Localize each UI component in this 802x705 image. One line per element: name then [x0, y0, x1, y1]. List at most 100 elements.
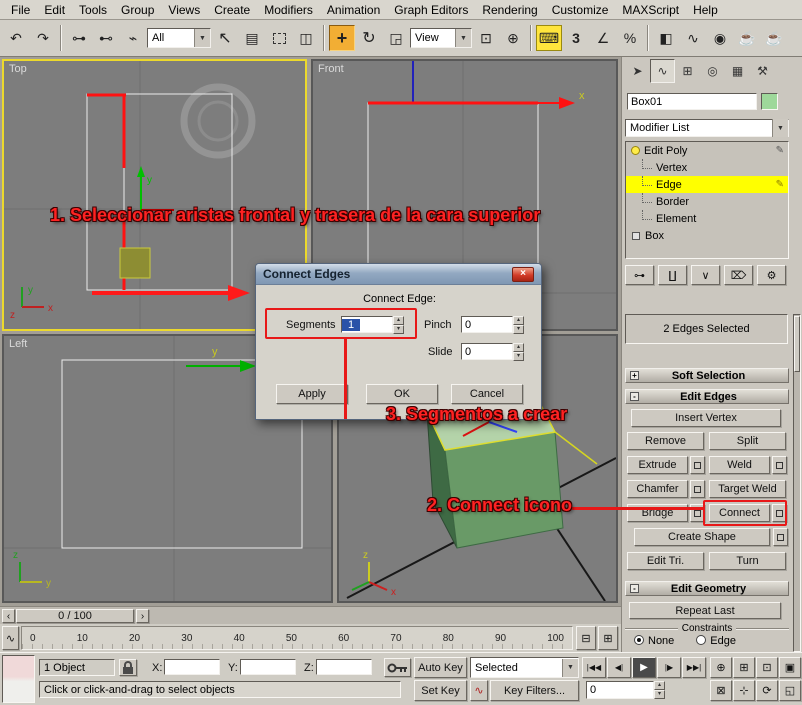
weld-button[interactable]: Weld [709, 456, 770, 474]
remove-modifier-icon[interactable]: ⌦ [724, 265, 753, 285]
slide-field[interactable]: 0 [461, 343, 513, 360]
select-rotate-icon[interactable]: ↻ [356, 25, 382, 51]
remove-button[interactable]: Remove [627, 432, 704, 450]
gizmo-plane-handle[interactable] [120, 248, 150, 278]
pin-stack-icon[interactable]: ⊶ [625, 265, 654, 285]
stack-item-vertex[interactable]: Vertex [626, 159, 788, 176]
time-slider-right-icon[interactable]: › [136, 609, 149, 623]
panel-scrollbar[interactable] [793, 314, 801, 652]
spin-up-icon[interactable]: ▴ [654, 681, 665, 690]
use-pivot-icon[interactable]: ⊡ [473, 25, 499, 51]
modifier-list-dropdown[interactable]: Modifier List ▼ [625, 119, 789, 137]
unlink-selection-icon[interactable]: ⊷ [93, 25, 119, 51]
select-move-icon[interactable]: + [329, 25, 355, 51]
zoom-extents-icon[interactable]: ⊡ [756, 657, 778, 678]
quick-render-icon[interactable]: ☕ [761, 25, 787, 51]
target-weld-button[interactable]: Target Weld [709, 480, 786, 498]
play-icon[interactable]: ▶ [632, 657, 656, 678]
next-frame-icon[interactable]: |▶ [657, 657, 681, 678]
time-slider-left-icon[interactable]: ‹ [2, 609, 15, 623]
angle-snap-icon[interactable]: ∠ [590, 25, 616, 51]
split-button[interactable]: Split [709, 432, 786, 450]
set-key-button[interactable]: Set Key [414, 680, 467, 701]
min-max-toggle-icon[interactable]: ◱ [779, 680, 801, 701]
extrude-settings-button[interactable] [690, 456, 705, 474]
window-crossing-icon[interactable]: ◫ [293, 25, 319, 51]
curve-editor-icon[interactable]: ∿ [680, 25, 706, 51]
spin-down-icon[interactable]: ▾ [513, 325, 524, 334]
mirror-icon[interactable]: ◧ [653, 25, 679, 51]
object-name-field[interactable] [627, 93, 757, 110]
insert-vertex-button[interactable]: Insert Vertex [631, 409, 781, 427]
y-coord-field[interactable] [240, 659, 296, 675]
rollout-soft-selection[interactable]: + Soft Selection [625, 368, 789, 383]
rect-region-icon[interactable] [266, 25, 292, 51]
go-start-icon[interactable]: |◀◀ [582, 657, 606, 678]
stack-item-box[interactable]: Box [626, 227, 788, 244]
menu-modifiers[interactable]: Modifiers [257, 1, 320, 19]
frame-spinner[interactable]: ▴ ▾ [654, 681, 665, 699]
expand-icon[interactable]: + [630, 371, 639, 380]
pan-icon[interactable]: ⊹ [733, 680, 755, 701]
menu-tools[interactable]: Tools [72, 1, 114, 19]
constraint-edge-radio[interactable]: Edge [696, 635, 736, 647]
cancel-button[interactable]: Cancel [451, 384, 523, 404]
material-editor-icon[interactable]: ◉ [707, 25, 733, 51]
trackbar-option-a-icon[interactable]: ⊟ [576, 626, 596, 650]
spin-up-icon[interactable]: ▴ [513, 316, 524, 325]
spin-down-icon[interactable]: ▾ [654, 690, 665, 699]
pinch-spinner[interactable]: ▴ ▾ [513, 316, 524, 333]
constraint-none-radio[interactable]: None [634, 635, 674, 647]
arc-rotate-icon[interactable]: ⟳ [756, 680, 778, 701]
tab-create-icon[interactable]: ➤ [625, 59, 650, 83]
prev-frame-icon[interactable]: ◀| [607, 657, 631, 678]
turn-button[interactable]: Turn [709, 552, 786, 570]
chevron-down-icon[interactable]: ▼ [772, 119, 788, 137]
edit-tri-button[interactable]: Edit Tri. [627, 552, 704, 570]
viewport-left-label[interactable]: Left [9, 338, 27, 350]
pinch-field[interactable]: 0 [461, 316, 513, 333]
percent-snap-icon[interactable]: % [617, 25, 643, 51]
menu-group[interactable]: Group [114, 1, 161, 19]
tab-motion-icon[interactable]: ◎ [700, 59, 725, 83]
trackbar-ruler[interactable]: 0 10 20 30 40 50 60 70 80 90 100 [21, 626, 573, 650]
menu-create[interactable]: Create [207, 1, 257, 19]
zoom-region-icon[interactable]: ⊠ [710, 680, 732, 701]
current-frame-field[interactable]: 0 [586, 681, 654, 699]
chevron-down-icon[interactable]: ▼ [562, 659, 578, 677]
undo-icon[interactable]: ↶ [3, 25, 29, 51]
rollout-edit-edges[interactable]: - Edit Edges [625, 389, 789, 404]
tab-hierarchy-icon[interactable]: ⊞ [675, 59, 700, 83]
select-scale-icon[interactable]: ◲ [383, 25, 409, 51]
zoom-extents-all-icon[interactable]: ▣ [779, 657, 801, 678]
create-shape-settings-button[interactable] [773, 528, 788, 546]
tab-modify-icon[interactable]: ∿ [650, 59, 675, 83]
mini-curve-editor-icon[interactable]: ∿ [2, 626, 19, 650]
new-key-filter-icon[interactable]: ∿ [470, 680, 488, 701]
menu-customize[interactable]: Customize [545, 1, 616, 19]
trackbar-option-b-icon[interactable]: ⊞ [598, 626, 618, 650]
spin-up-icon[interactable]: ▴ [513, 343, 524, 352]
stack-item-edge-selected[interactable]: Edge ✎ [626, 176, 788, 193]
spin-down-icon[interactable]: ▾ [513, 352, 524, 361]
selection-filter-dropdown[interactable]: All ▼ [147, 28, 211, 48]
show-end-result-icon[interactable]: ∐ [658, 265, 687, 285]
viewport-front-label[interactable]: Front [318, 63, 344, 75]
create-shape-button[interactable]: Create Shape [634, 528, 770, 546]
box-face-front[interactable] [445, 432, 563, 548]
slide-spinner[interactable]: ▴ ▾ [513, 343, 524, 360]
selection-lock-icon[interactable] [119, 659, 137, 676]
configure-modifier-icon[interactable]: ⚙ [757, 265, 786, 285]
zoom-icon[interactable]: ⊕ [710, 657, 732, 678]
menu-help[interactable]: Help [686, 1, 725, 19]
set-keys-key-icon[interactable] [384, 658, 411, 677]
render-setup-icon[interactable]: ☕ [734, 25, 760, 51]
select-manipulate-icon[interactable]: ⊕ [500, 25, 526, 51]
tab-utilities-icon[interactable]: ⚒ [750, 59, 775, 83]
chevron-down-icon[interactable]: ▼ [455, 29, 471, 47]
collapse-icon[interactable]: - [630, 584, 639, 593]
stack-item-border[interactable]: Border [626, 193, 788, 210]
make-unique-icon[interactable]: ∨ [691, 265, 720, 285]
zoom-all-icon[interactable]: ⊞ [733, 657, 755, 678]
time-slider-handle[interactable]: 0 / 100 [16, 609, 134, 623]
